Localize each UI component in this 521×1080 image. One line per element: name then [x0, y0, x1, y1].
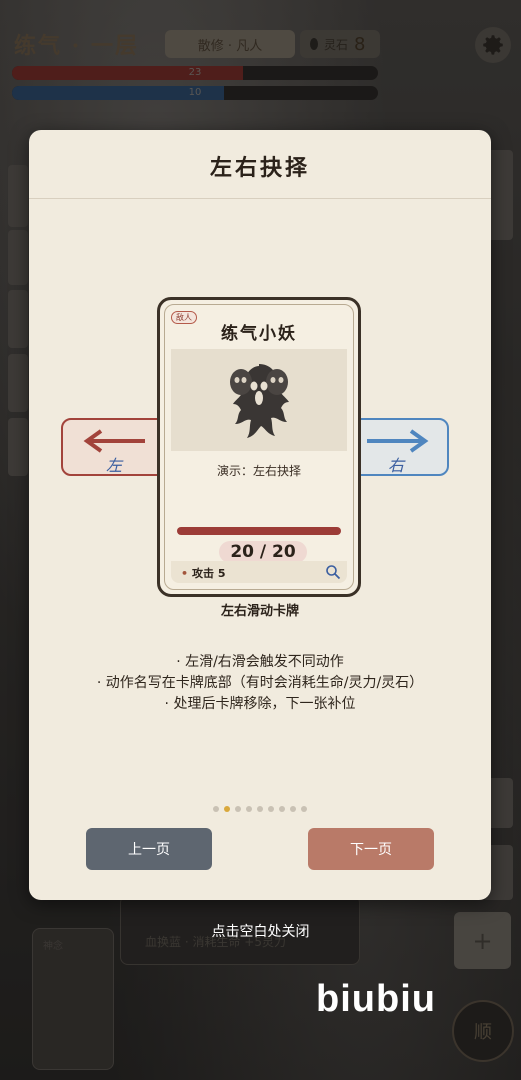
card-action: • 攻击 5 — [181, 565, 226, 581]
page-dot — [213, 806, 219, 812]
card-hp-value: 20 / 20 — [219, 541, 307, 563]
swipe-left-indicator: 左 — [61, 418, 167, 476]
next-page-button[interactable]: 下一页 — [308, 828, 434, 870]
magnifier-icon[interactable] — [325, 564, 341, 580]
page-dot — [301, 806, 307, 812]
dialog-title: 左右抉择 — [209, 155, 310, 181]
tutorial-dialog: 左右抉择 左 右 敌人 练气小妖 演示：左右抉择 20 / 20 • 攻击 5 … — [29, 130, 491, 900]
card-name: 练气小妖 — [221, 324, 297, 344]
watermark-logo: biubiu — [316, 978, 436, 1020]
page-indicator — [29, 806, 491, 812]
page-dot — [224, 806, 230, 812]
card-action-label: 攻击 5 — [192, 567, 226, 580]
tip-item: · 左滑/右滑会触发不同动作 — [176, 654, 344, 670]
card-caption: 演示：左右抉择 — [216, 464, 301, 478]
bullet-icon: • — [181, 567, 189, 580]
title-divider — [29, 198, 491, 199]
card-frame: 敌人 练气小妖 演示：左右抉择 20 / 20 • 攻击 5 — [164, 304, 354, 590]
card-hp-bar — [177, 527, 341, 535]
ghost-monster-icon — [230, 364, 289, 438]
page-dot — [268, 806, 274, 812]
tip-item: · 处理后卡牌移除，下一张补位 — [164, 696, 356, 712]
demo-enemy-card[interactable]: 敌人 练气小妖 演示：左右抉择 20 / 20 • 攻击 5 — [157, 297, 361, 597]
page-dot — [290, 806, 296, 812]
arrow-right-icon — [367, 429, 429, 453]
page-dot — [235, 806, 241, 812]
close-hint: 点击空白处关闭 — [211, 924, 310, 940]
prev-page-button[interactable]: 上一页 — [86, 828, 212, 870]
page-dot — [257, 806, 263, 812]
tip-item: · 动作名写在卡牌底部（有时会消耗生命/灵力/灵石） — [96, 675, 424, 691]
swipe-left-label: 左 — [105, 456, 122, 475]
card-instruction: 左右滑动卡牌 — [220, 604, 299, 619]
page-dot — [246, 806, 252, 812]
card-footer: • 攻击 5 — [171, 561, 347, 583]
card-art — [171, 349, 347, 451]
page-dot — [279, 806, 285, 812]
tips-list: · 左滑/右滑会触发不同动作 · 动作名写在卡牌底部（有时会消耗生命/灵力/灵石… — [29, 652, 491, 715]
arrow-left-icon — [83, 429, 145, 453]
